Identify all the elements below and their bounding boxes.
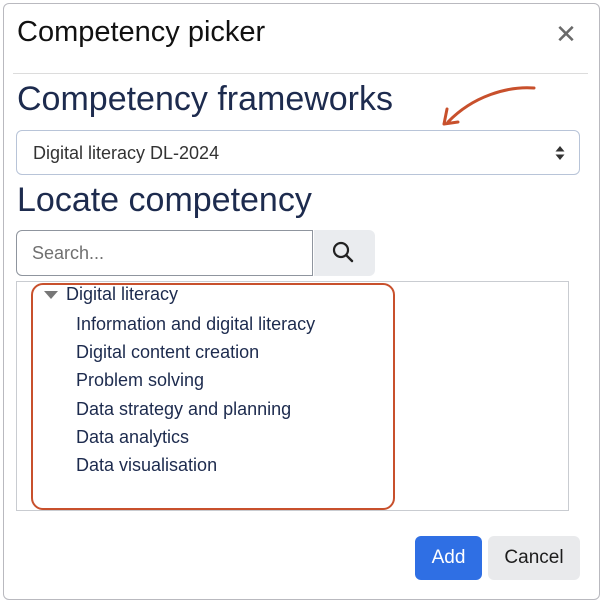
close-icon[interactable]: ✕ <box>552 20 580 48</box>
locate-heading: Locate competency <box>17 181 312 219</box>
chevron-up-down-icon <box>555 146 565 160</box>
search-placeholder: Search... <box>32 243 105 263</box>
frameworks-heading: Competency frameworks <box>17 80 394 118</box>
search-input[interactable]: Search... <box>16 230 313 276</box>
add-button[interactable]: Add <box>415 536 482 580</box>
annotation-arrow-icon <box>442 86 536 126</box>
header-divider <box>13 73 588 74</box>
dialog-title: Competency picker <box>17 16 266 48</box>
annotation-highlight-box <box>31 283 395 510</box>
framework-select[interactable]: Digital literacy DL-2024 <box>16 130 580 175</box>
cancel-button[interactable]: Cancel <box>488 536 580 580</box>
framework-select-value: Digital literacy DL-2024 <box>33 143 220 163</box>
search-icon <box>332 241 354 263</box>
search-button[interactable] <box>314 230 375 276</box>
